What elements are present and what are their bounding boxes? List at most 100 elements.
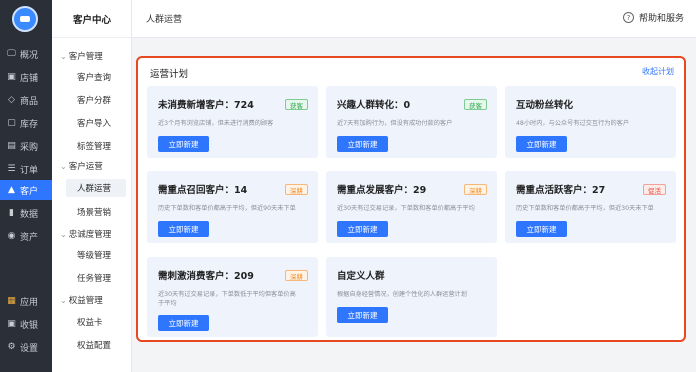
sidebar-item-customer-import[interactable]: 客户导入 [66, 114, 126, 132]
chevron-down-icon: ⌄ [60, 296, 67, 305]
rail-item-label: 订单 [20, 165, 39, 176]
sidebar-group-loyalty[interactable]: ⌄ 忠诚度管理 [60, 228, 111, 240]
sidebar-group-customer-mgmt[interactable]: ⌄ 客户管理 [60, 50, 103, 62]
rail-item-label: 设置 [20, 343, 39, 354]
asset-icon: ◉ [7, 231, 16, 241]
chevron-down-icon: ⌄ [60, 162, 67, 171]
cart-icon: ▤ [7, 141, 16, 151]
card-description: 48小时内，与公众号有过交互行为的客户 [516, 120, 630, 127]
plan-card: 需刺激消费客户：209 深耕 近30天有过交易记录，下单数低于平均但客单价高于平… [147, 257, 318, 337]
rail-item-label: 店铺 [20, 73, 39, 84]
sidebar-item-tag-mgmt[interactable]: 标签管理 [66, 137, 126, 155]
rail-item-label: 应用 [20, 297, 39, 308]
secondary-sidebar: 客户中心 ⌄ 客户管理 客户查询 客户分群 客户导入 标签管理 ⌄ 客户运营 人群运… [52, 0, 132, 372]
rail-item-overview[interactable]: 🖵 概况 [0, 44, 52, 64]
rail-item-inventory[interactable]: ▢ 库存 [0, 113, 52, 133]
plan-card: 互动粉丝转化 48小时内，与公众号有过交互行为的客户 立即新建 [505, 86, 676, 158]
sidebar-item-scene-marketing[interactable]: 场景营销 [66, 203, 126, 221]
card-description: 近30天有过交易记录，下单数低于平均但客单价高于平均 [158, 291, 296, 307]
sidebar-item-customer-segment[interactable]: 客户分群 [66, 91, 126, 109]
user-icon: ▲ [8, 185, 15, 195]
create-now-button[interactable]: 立即新建 [158, 315, 209, 331]
card-description: 近7天有加购行为，但没有成功付款的客户 [337, 120, 453, 127]
rail-item-data[interactable]: ▮ 数据 [0, 203, 52, 223]
top-bar: 人群运营 ? 帮助和服务 [132, 0, 696, 38]
box-icon: ▢ [7, 118, 16, 128]
rail-item-orders[interactable]: ☰ 订单 [0, 159, 52, 179]
card-title: 自定义人群 [337, 271, 385, 282]
rail-item-settings[interactable]: ⚙ 设置 [0, 337, 52, 357]
primary-nav-rail: 🖵 概况 ▣ 店铺 ◇ 商品 ▢ 库存 ▤ 采购 ☰ 订单 ▲ 客户 ▮ 数据 [0, 0, 52, 372]
card-title: 需重点召回客户：14 [158, 185, 248, 196]
card-title: 兴趣人群转化：0 [337, 100, 411, 111]
page-bottom-area [132, 352, 696, 372]
app-logo-icon[interactable] [12, 6, 38, 32]
store-icon: ▣ [7, 72, 16, 82]
panel-title: 运营计划 [150, 69, 189, 80]
chevron-down-icon: ⌄ [60, 52, 67, 61]
settings-icon: ⚙ [7, 342, 16, 352]
chart-icon: ▮ [9, 208, 14, 218]
rail-item-cashier[interactable]: ▣ 收银 [0, 314, 52, 334]
question-icon: ? [622, 12, 634, 23]
plan-card: 自定义人群 根据自身经营情况，创建个性化的人群运营计划 立即新建 [326, 257, 497, 337]
create-now-button[interactable]: 立即新建 [337, 221, 388, 237]
rail-item-assets[interactable]: ◉ 资产 [0, 226, 52, 246]
tag-icon: ◇ [8, 95, 15, 105]
card-title: 互动粉丝转化 [516, 100, 574, 111]
rail-item-purchase[interactable]: ▤ 采购 [0, 136, 52, 156]
sidebar-item-benefit-card[interactable]: 权益卡 [66, 313, 126, 331]
group-label: 忠诚度管理 [68, 230, 112, 240]
card-description: 近30天有过交易记录，下单数和客单价都高于平均 [337, 205, 475, 212]
rail-item-label: 概况 [20, 50, 39, 61]
sidebar-item-customer-query[interactable]: 客户查询 [66, 68, 126, 86]
rail-item-label: 收银 [20, 320, 39, 331]
plan-card: 未消费新增客户：724 获客 近3个月有浏览店铺，但未进行消费的顾客 立即新建 [147, 86, 318, 158]
group-label: 客户管理 [68, 52, 103, 62]
group-label: 客户运营 [68, 162, 103, 172]
card-description: 根据自身经营情况，创建个性化的人群运营计划 [337, 291, 467, 298]
create-now-button[interactable]: 立即新建 [516, 136, 567, 152]
rail-item-goods[interactable]: ◇ 商品 [0, 90, 52, 110]
card-description: 历史下单数和客单价都高于平均，但近30天未下单 [516, 205, 654, 212]
sidebar-group-customer-ops[interactable]: ⌄ 客户运营 [60, 160, 103, 172]
rail-item-apps[interactable]: ▦ 应用 [0, 291, 52, 311]
status-badge: 深耕 [285, 270, 308, 281]
sidebar-item-crowd-ops[interactable]: 人群运营 [66, 179, 126, 197]
help-link[interactable]: ? 帮助和服务 [622, 11, 684, 24]
apps-icon: ▦ [7, 296, 16, 306]
sidebar-item-level-mgmt[interactable]: 等级管理 [66, 246, 126, 264]
status-badge: 深耕 [464, 184, 487, 195]
create-now-button[interactable]: 立即新建 [158, 221, 209, 237]
create-now-button[interactable]: 立即新建 [158, 136, 209, 152]
card-title: 未消费新增客户：724 [158, 100, 254, 111]
rail-item-label: 商品 [20, 96, 39, 107]
sidebar-header: 客户中心 [52, 0, 132, 38]
plan-card: 需重点活跃客户：27 促活 历史下单数和客单价都高于平均，但近30天未下单 立即… [505, 171, 676, 243]
app-window: 🖵 概况 ▣ 店铺 ◇ 商品 ▢ 库存 ▤ 采购 ☰ 订单 ▲ 客户 ▮ 数据 [0, 0, 696, 372]
card-title: 需刺激消费客户：209 [158, 271, 254, 282]
collapse-plan-link[interactable]: 收起计划 [642, 66, 674, 77]
rail-item-label: 库存 [20, 119, 39, 130]
plan-card: 兴趣人群转化：0 获客 近7天有加购行为，但没有成功付款的客户 立即新建 [326, 86, 497, 158]
ops-plan-panel: 运营计划 收起计划 未消费新增客户：724 获客 近3个月有浏览店铺，但未进行消… [136, 56, 686, 342]
group-label: 权益管理 [68, 296, 103, 306]
page-title: 人群运营 [146, 15, 183, 25]
rail-item-label: 采购 [20, 142, 39, 153]
create-now-button[interactable]: 立即新建 [516, 221, 567, 237]
create-now-button[interactable]: 立即新建 [337, 136, 388, 152]
card-title: 需重点活跃客户：27 [516, 185, 606, 196]
rail-item-store[interactable]: ▣ 店铺 [0, 67, 52, 87]
sidebar-item-benefit-config[interactable]: 权益配置 [66, 336, 126, 354]
rail-item-customers[interactable]: ▲ 客户 [0, 180, 52, 200]
chevron-down-icon: ⌄ [60, 230, 67, 239]
create-now-button[interactable]: 立即新建 [337, 307, 388, 323]
status-badge: 获客 [464, 99, 487, 110]
monitor-icon: 🖵 [7, 49, 16, 59]
sidebar-item-task-mgmt[interactable]: 任务管理 [66, 269, 126, 287]
plan-card: 需重点发展客户：29 深耕 近30天有过交易记录，下单数和客单价都高于平均 立即… [326, 171, 497, 243]
card-description: 历史下单数和客单价都高于平均，但近90天未下单 [158, 205, 296, 212]
plan-card: 需重点召回客户：14 深耕 历史下单数和客单价都高于平均，但近90天未下单 立即… [147, 171, 318, 243]
sidebar-group-benefits[interactable]: ⌄ 权益管理 [60, 294, 103, 306]
cashier-icon: ▣ [7, 319, 16, 329]
